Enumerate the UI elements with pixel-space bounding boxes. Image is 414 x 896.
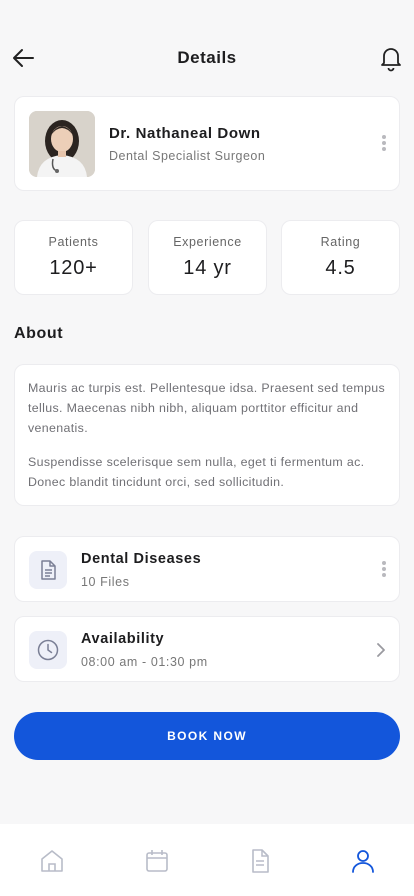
stat-patients: Patients 120+ — [14, 220, 133, 295]
availability-row[interactable]: Availability 08:00 am - 01:30 pm — [14, 616, 400, 682]
stat-experience: Experience 14 yr — [148, 220, 267, 295]
doctor-name: Dr. Nathaneal Down — [109, 125, 261, 142]
doctor-specialty: Dental Specialist Surgeon — [109, 149, 266, 163]
doctor-card[interactable]: Dr. Nathaneal Down Dental Specialist Sur… — [14, 96, 400, 191]
about-card: Mauris ac turpis est. Pellentesque idsa.… — [14, 364, 400, 506]
row-title: Availability — [81, 631, 165, 647]
row-title: Dental Diseases — [81, 551, 202, 567]
stat-value: 14 yr — [183, 257, 232, 279]
document-icon — [29, 551, 67, 589]
stat-value: 120+ — [49, 257, 98, 279]
doctor-avatar — [29, 111, 95, 177]
stat-label: Patients — [48, 235, 99, 249]
about-paragraph: Suspendisse scelerisque sem nulla, eget … — [28, 455, 365, 489]
stat-rating: Rating 4.5 — [281, 220, 400, 295]
bottom-tab-bar — [0, 824, 414, 896]
stat-label: Rating — [320, 235, 361, 249]
row-subtitle: 08:00 am - 01:30 pm — [81, 655, 208, 669]
bell-icon[interactable] — [378, 44, 404, 72]
about-paragraph: Mauris ac turpis est. Pellentesque idsa.… — [28, 381, 386, 435]
clock-icon — [29, 631, 67, 669]
book-now-button[interactable]: BOOK NOW — [14, 712, 400, 760]
row-subtitle: 10 Files — [81, 575, 130, 589]
calendar-icon[interactable] — [144, 848, 170, 874]
top-bar: Details — [0, 36, 414, 80]
stat-label: Experience — [173, 235, 242, 249]
document-icon[interactable] — [247, 848, 273, 874]
chevron-right-icon[interactable] — [375, 641, 387, 659]
files-row[interactable]: Dental Diseases 10 Files — [14, 536, 400, 602]
profile-icon[interactable] — [350, 848, 376, 874]
stat-value: 4.5 — [325, 257, 356, 279]
about-title: About — [14, 325, 64, 342]
page-title: Details — [177, 48, 237, 67]
home-icon[interactable] — [39, 848, 65, 874]
kebab-icon[interactable] — [379, 559, 389, 583]
kebab-icon[interactable] — [379, 133, 389, 157]
